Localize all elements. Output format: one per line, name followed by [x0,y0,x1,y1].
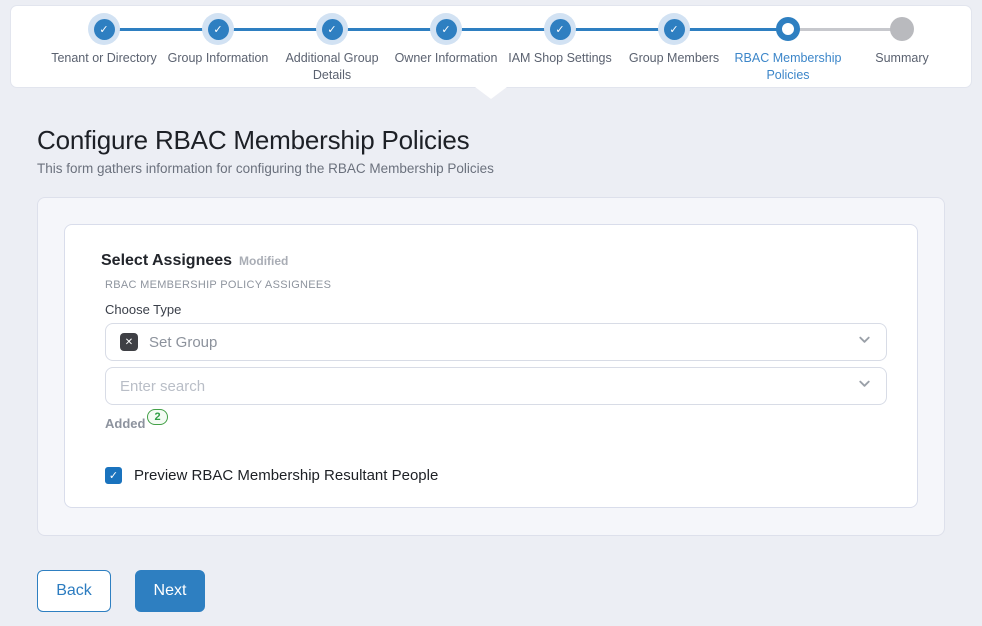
back-button[interactable]: Back [37,570,111,612]
step-label: Group Information [161,50,275,67]
step-label: Summary [845,50,959,67]
choose-type-label: Choose Type [105,302,881,317]
stepper-step-7[interactable]: RBAC Membership Policies [731,12,845,84]
check-icon: ✓ [664,19,685,40]
preview-checkbox[interactable]: ✓ [105,467,122,484]
stepper-step-5[interactable]: ✓ IAM Shop Settings [503,12,617,84]
step-upcoming-dot [890,17,914,41]
step-complete-halo: ✓ [316,13,348,45]
page-subtitle: This form gathers information for config… [37,161,982,176]
stepper-step-1[interactable]: ✓ Tenant or Directory [47,12,161,84]
next-button[interactable]: Next [135,570,205,612]
step-complete-halo: ✓ [658,13,690,45]
form-panel: Select Assignees Modified RBAC MEMBERSHI… [37,197,945,536]
added-count-badge: 2 [147,409,167,425]
search-input[interactable] [120,378,857,395]
assignee-search-box[interactable] [105,367,887,405]
step-complete-halo: ✓ [430,13,462,45]
step-complete-halo: ✓ [88,13,120,45]
step-label: RBAC Membership Policies [731,50,845,84]
stepper-step-6[interactable]: ✓ Group Members [617,12,731,84]
stepper-step-3[interactable]: ✓ Additional Group Details [275,12,389,84]
check-icon: ✓ [94,19,115,40]
wizard-stepper-card: ✓ Tenant or Directory ✓ Group Informatio… [10,5,972,88]
stepper-step-8[interactable]: Summary [845,12,959,84]
step-complete-halo: ✓ [544,13,576,45]
chevron-down-icon[interactable] [857,376,872,396]
added-label: Added [105,416,145,431]
page-title: Configure RBAC Membership Policies [37,125,982,156]
modified-badge: Modified [239,254,288,268]
check-icon: ✓ [208,19,229,40]
assignees-group-label: RBAC MEMBERSHIP POLICY ASSIGNEES [105,279,881,291]
wizard-stepper: ✓ Tenant or Directory ✓ Group Informatio… [11,6,971,84]
check-icon: ✓ [322,19,343,40]
step-label: Owner Information [389,50,503,67]
check-icon: ✓ [436,19,457,40]
type-select[interactable]: ✕ Set Group [105,323,887,361]
step-label: Group Members [617,50,731,67]
section-title: Select Assignees [101,252,232,270]
step-label: Additional Group Details [275,50,389,84]
stepper-notch-pointer [475,87,507,99]
selected-type-tag: Set Group [149,334,217,351]
step-label: IAM Shop Settings [503,50,617,67]
remove-tag-icon[interactable]: ✕ [120,333,138,351]
check-icon: ✓ [550,19,571,40]
step-label: Tenant or Directory [47,50,161,67]
preview-checkbox-label: Preview RBAC Membership Resultant People [134,467,438,484]
step-active-dot [776,17,800,41]
stepper-step-2[interactable]: ✓ Group Information [161,12,275,84]
step-complete-halo: ✓ [202,13,234,45]
chevron-down-icon[interactable] [857,332,872,352]
check-icon: ✓ [109,469,118,482]
assignees-card: Select Assignees Modified RBAC MEMBERSHI… [64,224,918,508]
stepper-step-4[interactable]: ✓ Owner Information [389,12,503,84]
